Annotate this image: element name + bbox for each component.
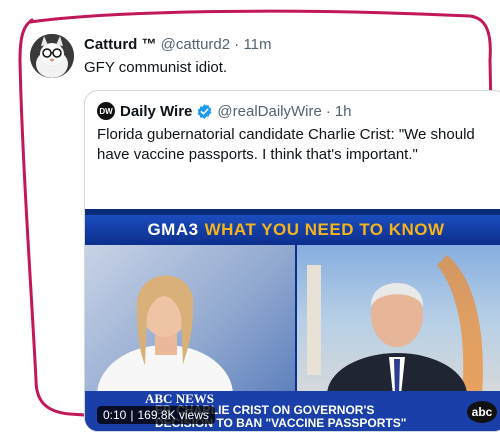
video-frame-guest bbox=[297, 245, 500, 431]
video-timestamp: 0:10 bbox=[103, 408, 127, 422]
banner-prefix: GMA3 bbox=[147, 220, 199, 239]
pill-separator: | bbox=[130, 408, 134, 422]
quoted-tweet-header: DW Daily Wire @realDailyWire · 1h bbox=[97, 102, 352, 120]
separator: · bbox=[234, 36, 240, 53]
quoted-display-name[interactable]: Daily Wire bbox=[120, 103, 192, 120]
handle[interactable]: @catturd2 bbox=[161, 36, 230, 53]
daily-wire-logo-icon: DW bbox=[97, 102, 115, 120]
avatar[interactable] bbox=[30, 34, 74, 78]
quoted-tweet-text: Florida gubernatorial candidate Charlie … bbox=[97, 126, 475, 163]
quoted-tweet[interactable]: DW Daily Wire @realDailyWire · 1h Florid… bbox=[84, 90, 500, 432]
timestamp[interactable]: 11m bbox=[243, 36, 271, 53]
tweet-text: GFY communist idiot. bbox=[84, 59, 228, 76]
quoted-timestamp[interactable]: 1h bbox=[335, 103, 352, 120]
tweet-header: Catturd ™ @catturd2 · 11m bbox=[84, 36, 272, 53]
verified-badge-icon bbox=[198, 103, 212, 119]
video-banner: GMA3 WHAT YOU NEED TO KNOW bbox=[85, 215, 500, 245]
quoted-handle[interactable]: @realDailyWire bbox=[217, 103, 321, 120]
video-views: 169.8K views bbox=[137, 408, 209, 422]
video-frame-anchor bbox=[85, 245, 297, 431]
video-time-pill: 0:10 | 169.8K views bbox=[97, 406, 215, 424]
quoted-separator: · bbox=[325, 102, 331, 120]
display-name[interactable]: Catturd ™ bbox=[84, 36, 157, 53]
video-player[interactable]: GMA3 WHAT YOU NEED TO KNOW ABC NEWS EP. … bbox=[85, 209, 500, 431]
abc-logo-icon: abc bbox=[467, 401, 497, 423]
banner-title: WHAT YOU NEED TO KNOW bbox=[204, 220, 445, 239]
